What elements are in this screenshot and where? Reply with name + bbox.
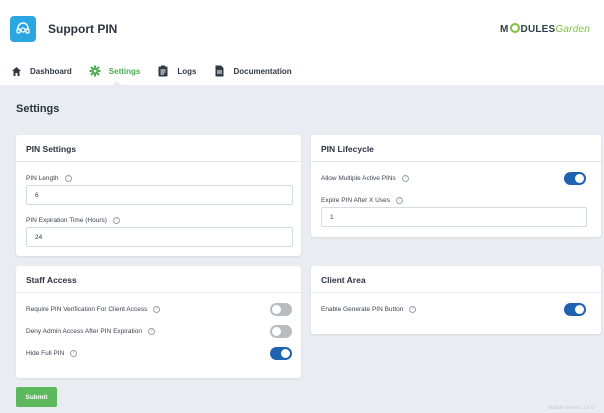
nav-settings-label: Settings — [108, 66, 141, 76]
client-area-card: Client Area Enable Generate PIN Button? — [311, 266, 601, 334]
app-header: Support PIN M DULESGarden Dashboard Sett… — [0, 0, 604, 86]
pin-expiration-input[interactable]: 24 — [26, 227, 293, 247]
main-nav: Dashboard Settings Logs Documentation — [10, 60, 309, 86]
staff-access-title: Staff Access — [16, 266, 301, 293]
gear-icon — [89, 65, 101, 77]
client-area-title: Client Area — [311, 266, 601, 293]
staff-access-card: Staff Access Require PIN Verification Fo… — [16, 266, 301, 378]
help-icon[interactable]: ? — [112, 217, 120, 224]
clipboard-icon — [157, 65, 169, 77]
pin-lifecycle-title: PIN Lifecycle — [311, 135, 601, 162]
help-icon[interactable]: ? — [64, 175, 72, 182]
nav-logs[interactable]: Logs — [157, 60, 196, 82]
expire-uses-label: Expire PIN After X Uses? — [321, 197, 403, 204]
logo-o-icon — [509, 23, 520, 33]
nav-logs-label: Logs — [177, 66, 197, 76]
expire-uses-input[interactable]: 1 — [321, 207, 587, 227]
help-icon[interactable]: ? — [153, 306, 161, 313]
nav-settings[interactable]: Settings — [89, 60, 141, 86]
headset-icon — [10, 16, 36, 42]
help-icon[interactable]: ? — [396, 197, 403, 204]
pin-length-label: PIN Length? — [26, 175, 72, 182]
nav-dashboard-label: Dashboard — [30, 66, 72, 76]
enable-generate-toggle[interactable] — [564, 303, 586, 316]
allow-multiple-toggle[interactable] — [564, 172, 586, 185]
pin-settings-card: PIN Settings PIN Length? 6 PIN Expiratio… — [16, 135, 301, 256]
page-title: Settings — [16, 103, 60, 115]
help-icon[interactable]: ? — [70, 350, 78, 357]
help-icon[interactable]: ? — [147, 328, 155, 335]
document-icon — [213, 65, 225, 77]
title-row: Support PIN M DULESGarden — [10, 16, 604, 44]
deny-admin-label: Deny Admin Access After PIN Expiration? — [26, 328, 155, 335]
nav-documentation[interactable]: Documentation — [213, 60, 292, 82]
modulesgarden-logo: M DULESGarden — [500, 23, 590, 35]
require-pin-label: Require PIN Verification For Client Acce… — [26, 306, 161, 313]
pin-lifecycle-card: PIN Lifecycle Allow Multiple Active PINs… — [311, 135, 601, 237]
pin-expiration-label: PIN Expiration Time (Hours)? — [26, 217, 120, 224]
module-version: Module version 1.0.0 — [547, 405, 594, 411]
allow-multiple-label: Allow Multiple Active PINs? — [321, 175, 409, 182]
hide-full-pin-toggle[interactable] — [270, 347, 292, 360]
pin-settings-title: PIN Settings — [16, 135, 301, 162]
nav-dashboard[interactable]: Dashboard — [10, 60, 72, 82]
help-icon[interactable]: ? — [401, 175, 409, 182]
enable-generate-label: Enable Generate PIN Button? — [321, 306, 417, 313]
help-icon[interactable]: ? — [409, 306, 417, 313]
submit-button[interactable]: Submit — [16, 387, 57, 407]
home-icon — [10, 65, 22, 77]
require-pin-toggle[interactable] — [270, 303, 292, 316]
pin-length-input[interactable]: 6 — [26, 185, 293, 205]
nav-documentation-label: Documentation — [233, 66, 292, 76]
hide-full-pin-label: Hide Full PIN? — [26, 350, 78, 357]
app-title: Support PIN — [48, 22, 118, 36]
deny-admin-toggle[interactable] — [270, 325, 292, 338]
